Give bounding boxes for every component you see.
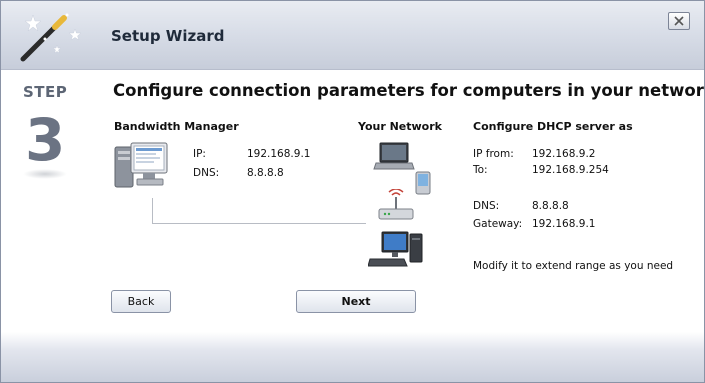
step-number-shadow	[23, 169, 67, 179]
dhcp-gateway-label: Gateway:	[473, 218, 523, 230]
setup-wizard-window: Setup Wizard STEP 3 Configure connection…	[0, 0, 705, 383]
next-button[interactable]: Next	[296, 290, 416, 313]
dhcp-range-note: Modify it to extend range as you need	[473, 260, 674, 272]
bm-dns-value: 8.8.8.8	[247, 167, 284, 179]
connection-line-horizontal	[152, 223, 366, 224]
dhcp-title: Configure DHCP server as	[473, 120, 633, 133]
bandwidth-manager-title: Bandwidth Manager	[114, 120, 239, 133]
laptop-icon	[373, 142, 415, 170]
dhcp-ip-from-label: IP from:	[473, 148, 514, 160]
back-button[interactable]: Back	[111, 290, 171, 313]
your-network-title: Your Network	[358, 120, 442, 133]
dhcp-gateway-value: 192.168.9.1	[532, 218, 596, 230]
dhcp-ip-from-value: 192.168.9.2	[532, 148, 596, 160]
server-computer-icon	[114, 142, 168, 188]
close-button[interactable]	[668, 12, 690, 30]
step-label: STEP	[23, 83, 68, 101]
dhcp-dns-label: DNS:	[473, 200, 500, 212]
desktop-computer-icon	[368, 231, 423, 267]
bm-dns-label: DNS:	[193, 167, 220, 179]
close-icon	[674, 16, 684, 26]
wizard-header: Setup Wizard	[1, 1, 704, 70]
bm-ip-value: 192.168.9.1	[247, 148, 311, 160]
connection-line-vertical	[152, 198, 153, 224]
dhcp-to-label: To:	[473, 164, 488, 176]
wizard-footer	[1, 332, 704, 382]
dhcp-to-value: 192.168.9.254	[532, 164, 609, 176]
magic-wand-icon	[20, 13, 82, 62]
wizard-title: Setup Wizard	[111, 27, 225, 45]
dhcp-dns-value: 8.8.8.8	[532, 200, 569, 212]
page-headline: Configure connection parameters for comp…	[113, 81, 705, 100]
bm-ip-label: IP:	[193, 148, 206, 160]
router-icon	[378, 189, 414, 220]
step-number: 3	[25, 106, 66, 174]
